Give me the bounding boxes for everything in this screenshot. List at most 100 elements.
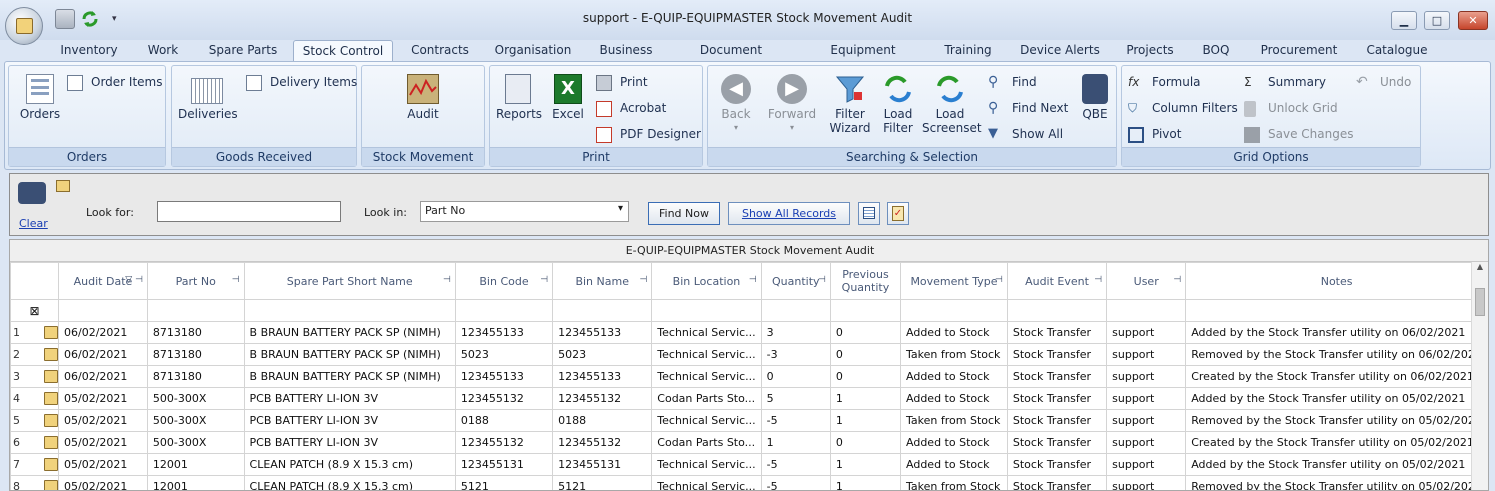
record-icon[interactable] (44, 436, 58, 449)
filter-cell[interactable] (1185, 299, 1488, 322)
tab-training[interactable]: Training (938, 40, 998, 62)
cell-bin-code[interactable]: 5121 (454, 475, 554, 490)
cell-audit-date[interactable]: 06/02/2021 (58, 365, 148, 388)
cell-movement-type[interactable]: Added to Stock (900, 365, 1008, 388)
cell-prev-quantity[interactable]: 0 (829, 321, 902, 344)
pin-icon[interactable]: ⊣ (443, 275, 451, 285)
cell-movement-type[interactable]: Added to Stock (900, 387, 1008, 410)
load-screenset-button[interactable]: Load Screenset (922, 74, 982, 135)
cell-audit-date[interactable]: 05/02/2021 (58, 387, 148, 410)
row-number[interactable]: 4 (10, 387, 59, 410)
cell-movement-type[interactable]: Added to Stock (900, 453, 1008, 476)
cell-audit-event[interactable]: Stock Transfer (1006, 431, 1108, 454)
row-number[interactable]: 7 (10, 453, 59, 476)
column-header-notes[interactable]: Notes (1185, 262, 1488, 300)
pin-icon[interactable]: ⊣ (1173, 275, 1181, 285)
pin-icon[interactable]: ⊣ (749, 275, 757, 285)
cell-audit-date[interactable]: 05/02/2021 (58, 475, 148, 490)
deliveries-button[interactable]: Deliveries (178, 74, 238, 121)
cell-prev-quantity[interactable]: 1 (829, 453, 902, 476)
cell-notes[interactable]: Added by the Stock Transfer utility on 0… (1185, 321, 1488, 344)
close-button[interactable]: ✕ (1458, 11, 1488, 30)
cell-bin-name[interactable]: 123455133 (552, 365, 653, 388)
forward-button[interactable]: ▶ Forward ▾ (766, 74, 818, 135)
filter-row-icon[interactable]: ⊠ (10, 299, 59, 322)
maximize-button[interactable]: □ (1424, 11, 1450, 30)
look-in-select[interactable]: Part No ▾ (420, 201, 629, 222)
table-row[interactable]: 4 05/02/2021 500-300X PCB BATTERY LI-ION 3V… (10, 387, 1488, 410)
cell-bin-location[interactable]: Codan Parts Sto... (651, 387, 762, 410)
filter-cell[interactable] (243, 299, 456, 322)
cell-bin-name[interactable]: 123455132 (552, 387, 653, 410)
table-row[interactable]: 1 06/02/2021 8713180 B BRAUN BATTERY PACK S… (10, 321, 1488, 344)
tab-projects[interactable]: Projects (1122, 40, 1178, 62)
row-number[interactable]: 1 (10, 321, 59, 344)
cell-notes[interactable]: Added by the Stock Transfer utility on 0… (1185, 387, 1488, 410)
cell-bin-location[interactable]: Technical Servic... (651, 475, 762, 490)
grid-layout-icon[interactable] (858, 202, 880, 225)
show-all-records-button[interactable]: Show All Records (728, 202, 850, 225)
qbe-button[interactable]: QBE (1078, 74, 1112, 121)
audit-button[interactable]: Audit (398, 74, 448, 121)
cell-quantity[interactable]: 5 (760, 387, 831, 410)
cell-bin-code[interactable]: 123455133 (454, 321, 554, 344)
scroll-up-icon[interactable]: ▲ (1472, 262, 1488, 271)
cell-audit-event[interactable]: Stock Transfer (1006, 365, 1108, 388)
cell-movement-type[interactable]: Added to Stock (900, 431, 1008, 454)
row-number[interactable]: 3 (10, 365, 59, 388)
cell-bin-location[interactable]: Technical Servic... (651, 409, 762, 432)
column-header-user[interactable]: User ⊣ (1106, 262, 1187, 300)
cell-movement-type[interactable]: Taken from Stock (900, 343, 1008, 366)
cell-audit-date[interactable]: 05/02/2021 (58, 431, 148, 454)
cell-quantity[interactable]: 3 (760, 321, 831, 344)
table-row[interactable]: 2 06/02/2021 8713180 B BRAUN BATTERY PACK S… (10, 343, 1488, 366)
tab-catalogue[interactable]: Catalogue (1363, 40, 1431, 62)
cell-movement-type[interactable]: Taken from Stock (900, 409, 1008, 432)
tab-stock-control[interactable]: Stock Control (293, 40, 393, 62)
cell-part-no[interactable]: 8713180 (146, 365, 245, 388)
tab-work[interactable]: Work (136, 40, 190, 62)
row-number[interactable]: 6 (10, 431, 59, 454)
cell-name[interactable]: B BRAUN BATTERY PACK SP (NIMH) (243, 321, 456, 344)
cell-name[interactable]: PCB BATTERY LI-ION 3V (243, 409, 456, 432)
cell-movement-type[interactable]: Taken from Stock (900, 475, 1008, 490)
tab-inventory[interactable]: Inventory (50, 40, 128, 62)
cell-name[interactable]: CLEAN PATCH (8.9 X 15.3 cm) (243, 475, 456, 490)
cell-prev-quantity[interactable]: 0 (829, 343, 902, 366)
pin-icon[interactable]: ⊣ (995, 275, 1003, 285)
cell-name[interactable]: B BRAUN BATTERY PACK SP (NIMH) (243, 343, 456, 366)
cell-bin-code[interactable]: 123455133 (454, 365, 554, 388)
cell-part-no[interactable]: 500-300X (146, 409, 245, 432)
tab-document-library[interactable]: Document Library (678, 40, 784, 78)
reports-button[interactable]: Reports (496, 74, 542, 121)
row-number[interactable]: 5 (10, 409, 59, 432)
cell-bin-location[interactable]: Technical Servic... (651, 365, 762, 388)
column-header-audit-date[interactable]: Audit Date ▽ ⊣ (58, 262, 148, 300)
cell-quantity[interactable]: -5 (760, 453, 831, 476)
look-for-input[interactable] (157, 201, 341, 222)
column-header-movement-type[interactable]: Movement Type ⊣ (900, 262, 1008, 300)
cell-name[interactable]: CLEAN PATCH (8.9 X 15.3 cm) (243, 453, 456, 476)
cell-user[interactable]: support (1106, 387, 1187, 410)
cell-user[interactable]: support (1106, 365, 1187, 388)
scrollbar-thumb[interactable] (1475, 288, 1485, 316)
cell-bin-code[interactable]: 5023 (454, 343, 554, 366)
record-icon[interactable] (44, 414, 58, 427)
cell-bin-name[interactable]: 123455132 (552, 431, 653, 454)
cell-bin-location[interactable]: Technical Servic... (651, 453, 762, 476)
filter-wizard-button[interactable]: Filter Wizard (826, 74, 874, 135)
clear-link[interactable]: Clear (19, 217, 48, 230)
cell-quantity[interactable]: -5 (760, 409, 831, 432)
record-icon[interactable] (44, 392, 58, 405)
cell-user[interactable]: support (1106, 321, 1187, 344)
search-options-icon[interactable] (56, 180, 70, 192)
cell-user[interactable]: support (1106, 453, 1187, 476)
cell-part-no[interactable]: 12001 (146, 453, 245, 476)
cell-audit-date[interactable]: 06/02/2021 (58, 321, 148, 344)
orders-button[interactable]: Orders (15, 74, 65, 121)
filter-cell[interactable] (829, 299, 902, 322)
cell-notes[interactable]: Removed by the Stock Transfer utility on… (1185, 409, 1488, 432)
cell-notes[interactable]: Added by the Stock Transfer utility on 0… (1185, 453, 1488, 476)
filter-cell[interactable] (760, 299, 831, 322)
cell-audit-event[interactable]: Stock Transfer (1006, 475, 1108, 490)
